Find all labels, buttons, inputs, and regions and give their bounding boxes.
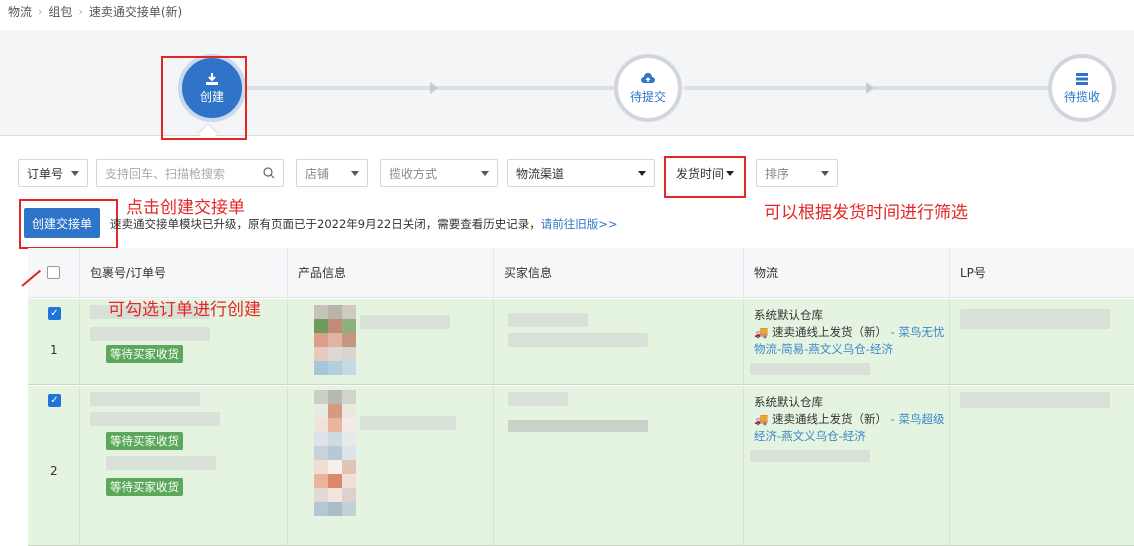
sort-select[interactable]: 排序 (756, 159, 838, 187)
ship-method: 🚚 速卖通线上发货（新） (754, 412, 887, 426)
caret-down-icon (638, 170, 646, 176)
buyer-cell (494, 299, 744, 384)
redacted-text (360, 416, 456, 430)
breadcrumb-item-package[interactable]: 组包 (48, 3, 72, 20)
highlight-box (664, 156, 746, 198)
highlight-box (161, 56, 247, 140)
warehouse-label: 系统默认仓库 (754, 308, 823, 322)
redacted-text (360, 315, 450, 329)
status-badge: 等待买家收货 (106, 345, 183, 363)
row-index: 2 (50, 464, 58, 478)
step-pending-submit[interactable]: 待提交 (614, 54, 682, 122)
cloud-upload-icon (641, 72, 655, 83)
annotation-filter: 可以根据发货时间进行筛选 (764, 203, 968, 223)
arrow-icon (866, 82, 874, 94)
row-checkbox[interactable] (48, 394, 61, 407)
step-label: 待揽收 (1063, 89, 1100, 104)
logistics-cell: 系统默认仓库 🚚 速卖通线上发货（新） - 菜鸟无忧物流-简易-燕文义乌仓-经济 (744, 299, 950, 384)
logistics-info: 系统默认仓库 🚚 速卖通线上发货（新） - 菜鸟无忧物流-简易-燕文义乌仓-经济 (754, 307, 946, 358)
pickup-method-select[interactable]: 揽收方式 (380, 159, 498, 187)
chevron-right-icon: › (78, 4, 83, 18)
select-all-checkbox[interactable] (47, 266, 60, 279)
lp-cell (950, 386, 1134, 545)
warehouse-label: 系统默认仓库 (754, 395, 823, 409)
breadcrumb-item-current: 速卖通交接单(新) (88, 4, 183, 19)
redacted-text (960, 392, 1110, 408)
upgrade-notice: 速卖通交接单模块已升级，原有页面已于2022年9月22日关闭，需要查看历史记录，… (110, 216, 618, 232)
arrow-icon (430, 82, 438, 94)
logistics-info: 系统默认仓库 🚚 速卖通线上发货（新） - 菜鸟超级经济-燕文义乌仓-经济 (754, 394, 946, 445)
ship-method: 🚚 速卖通线上发货（新） (754, 325, 887, 339)
search-icon[interactable] (263, 167, 275, 179)
highlight-box (19, 199, 118, 249)
table-header: 产品信息 (288, 248, 494, 298)
logistics-cell: 系统默认仓库 🚚 速卖通线上发货（新） - 菜鸟超级经济-燕文义乌仓-经济 (744, 386, 950, 545)
caret-down-icon (351, 170, 359, 176)
lp-cell (950, 299, 1134, 384)
order-no-select[interactable]: 订单号 (18, 159, 88, 187)
redacted-text (508, 333, 648, 347)
select-label: 排序 (765, 166, 790, 181)
server-icon (1076, 72, 1088, 85)
annotation-select: 可勾选订单进行创建 (108, 300, 261, 320)
chevron-right-icon: › (38, 4, 43, 18)
redacted-text (508, 420, 648, 432)
old-version-link[interactable]: 请前往旧版>> (541, 217, 618, 231)
table-header: 包裹号/订单号 (80, 248, 288, 298)
package-order-cell: 等待买家收货 等待买家收货 (80, 386, 288, 545)
caret-down-icon (71, 170, 79, 176)
redacted-text (508, 313, 588, 327)
redacted-text (90, 412, 220, 426)
row-index: 1 (50, 343, 58, 357)
redacted-text (90, 392, 200, 406)
notice-text: 速卖通交接单模块已升级，原有页面已于2022年9月22日关闭，需要查看历史记录， (110, 217, 541, 231)
select-label: 揽收方式 (389, 166, 438, 181)
status-badge: 等待买家收货 (106, 478, 183, 496)
step-pending-pickup[interactable]: 待揽收 (1048, 54, 1116, 122)
breadcrumb-item-logistics[interactable]: 物流 (8, 3, 32, 20)
select-label: 物流渠道 (516, 166, 565, 181)
search-placeholder: 支持回车、扫描枪搜索 (105, 166, 226, 181)
caret-down-icon (821, 170, 829, 176)
row-checkbox[interactable] (48, 307, 61, 320)
search-input[interactable]: 支持回车、扫描枪搜索 (96, 159, 284, 187)
product-cell (288, 299, 494, 384)
product-cell (288, 386, 494, 545)
table-row[interactable]: 2 等待买家收货 等待买家收货 (28, 386, 1134, 546)
store-select[interactable]: 店铺 (296, 159, 368, 187)
redacted-text (90, 327, 210, 341)
buyer-cell (494, 386, 744, 545)
select-label: 订单号 (27, 166, 64, 181)
redacted-text (106, 456, 216, 470)
select-label: 店铺 (305, 166, 330, 181)
row-select-cell: 1 (28, 299, 80, 384)
breadcrumb: 物流 › 组包 › 速卖通交接单(新) (8, 2, 182, 20)
caret-down-icon (481, 170, 489, 176)
logistics-channel-select[interactable]: 物流渠道 (507, 159, 655, 187)
status-badge: 等待买家收货 (106, 432, 183, 450)
redacted-text (960, 309, 1110, 329)
table-header: 买家信息 (494, 248, 744, 298)
annotation-create: 点击创建交接单 (126, 198, 245, 218)
step-label: 待提交 (629, 89, 666, 104)
redacted-text (750, 363, 870, 375)
table-header: LP号 (950, 248, 1134, 298)
row-select-cell: 2 (28, 386, 80, 545)
redacted-text (750, 450, 870, 462)
redacted-text (508, 392, 568, 406)
table-header: 物流 (744, 248, 950, 298)
